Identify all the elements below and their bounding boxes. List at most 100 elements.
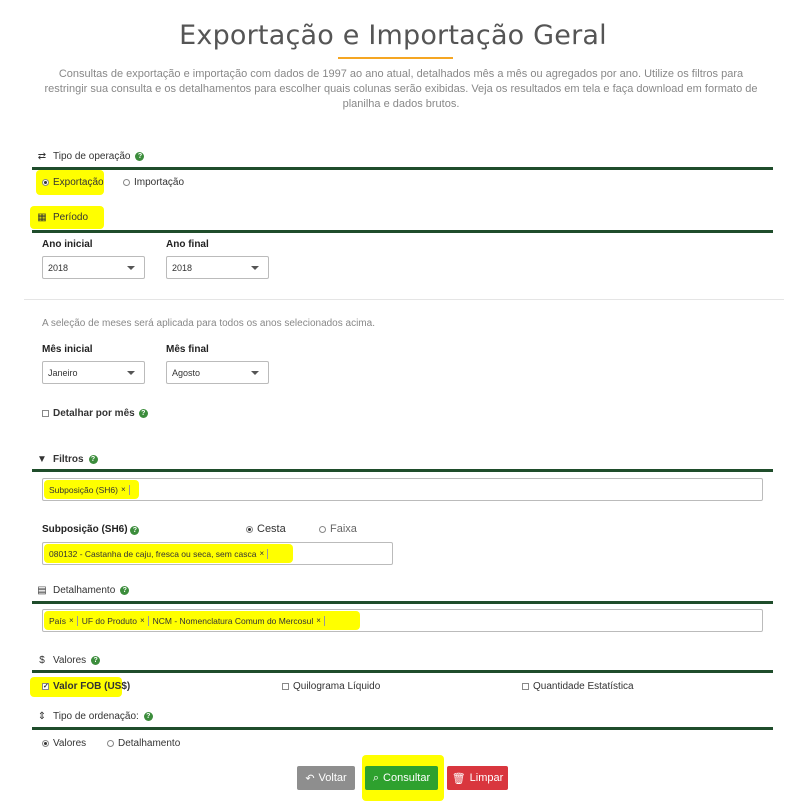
calendar-icon: ▦ xyxy=(37,212,47,223)
limpar-button[interactable]: 🗑 Limpar xyxy=(447,766,508,790)
question-circle-icon[interactable]: ? xyxy=(143,712,153,721)
radio-ordenacao-detalhamento[interactable]: Detalhamento xyxy=(107,738,180,749)
checkbox-quantidade-estatistica[interactable]: Quantidade Estatística xyxy=(522,681,634,692)
tag-label: NCM - Nomenclatura Comum do Mercosul xyxy=(152,615,314,626)
section-divider xyxy=(32,601,773,604)
checkbox[interactable] xyxy=(42,410,49,417)
section-label: Período xyxy=(53,212,89,223)
checkbox-label: Valor FOB (US$) xyxy=(53,681,131,692)
meses-note: A seleção de meses será aplicada para to… xyxy=(42,318,375,329)
question-circle-icon[interactable]: ? xyxy=(130,526,140,535)
exchange-icon: ⇄ xyxy=(37,151,47,162)
close-icon[interactable]: × xyxy=(69,616,74,625)
chevron-down-icon xyxy=(127,371,135,375)
radio-exportacao[interactable]: Exportação xyxy=(42,177,104,188)
radio-cesta[interactable]: Cesta xyxy=(246,523,286,535)
checkbox[interactable] xyxy=(282,683,289,690)
title-underline xyxy=(338,57,453,59)
ano-final-select[interactable]: 2018 xyxy=(166,256,269,279)
question-circle-icon[interactable]: ? xyxy=(135,152,145,161)
radio-button[interactable] xyxy=(42,179,49,186)
page-description: Consultas de exportação e importação com… xyxy=(44,68,758,110)
tag-uf-produto[interactable]: UF do Produto × xyxy=(81,615,149,626)
consultar-button[interactable]: ⌕ Consultar xyxy=(365,766,438,790)
tag-subposicao[interactable]: Subposição (SH6) × xyxy=(49,484,130,495)
radio-importacao[interactable]: Importação xyxy=(123,177,184,188)
section-divider xyxy=(32,670,773,673)
select-value: Janeiro xyxy=(48,367,78,378)
tag-pais[interactable]: País × xyxy=(49,615,78,626)
chevron-down-icon xyxy=(251,371,259,375)
checkbox-label: Quilograma Líquido xyxy=(293,681,381,692)
ano-final-label: Ano final xyxy=(166,239,209,250)
subposicao-label: Subposição (SH6) ? xyxy=(42,524,140,535)
divider xyxy=(24,299,784,300)
tag-label: País xyxy=(49,615,67,626)
radio-label: Valores xyxy=(53,738,87,749)
radio-faixa[interactable]: Faixa xyxy=(319,523,357,535)
radio-button[interactable] xyxy=(42,740,49,747)
question-circle-icon[interactable]: ? xyxy=(120,586,130,595)
radio-button[interactable] xyxy=(123,179,130,186)
voltar-button[interactable]: ↶ Voltar xyxy=(297,766,355,790)
question-circle-icon[interactable]: ? xyxy=(91,656,101,665)
subposicao-tag-input[interactable]: 080132 - Castanha de caju, fresca ou sec… xyxy=(42,542,393,565)
section-periodo: ▦ Período xyxy=(36,212,88,223)
filter-icon: ▼ xyxy=(37,454,47,465)
filtros-tag-input[interactable]: Subposição (SH6) × xyxy=(42,478,763,501)
mes-final-label: Mês final xyxy=(166,344,209,355)
section-filtros: ▼ Filtros ? xyxy=(36,454,98,465)
section-label: Filtros xyxy=(53,454,84,465)
checkbox-quilograma-liquido[interactable]: Quilograma Líquido xyxy=(282,681,380,692)
ano-inicial-select[interactable]: 2018 xyxy=(42,256,145,279)
close-icon[interactable]: × xyxy=(316,616,321,625)
dollar-icon: $ xyxy=(39,655,45,666)
checkbox[interactable] xyxy=(522,683,529,690)
table-icon: ▤ xyxy=(37,585,47,596)
section-tipo-operacao: ⇄ Tipo de operação ? xyxy=(36,151,145,162)
chevron-down-icon xyxy=(251,266,259,270)
chevron-down-icon xyxy=(127,266,135,270)
radio-label: Faixa xyxy=(330,523,357,535)
section-label: Valores xyxy=(53,655,87,666)
close-icon[interactable]: × xyxy=(259,549,264,558)
tag-castanha[interactable]: 080132 - Castanha de caju, fresca ou sec… xyxy=(49,548,269,559)
radio-button[interactable] xyxy=(319,525,326,533)
radio-button[interactable] xyxy=(246,525,253,533)
select-value: Agosto xyxy=(172,367,201,378)
ano-inicial-label: Ano inicial xyxy=(42,239,93,250)
close-icon[interactable]: × xyxy=(140,616,145,625)
close-icon[interactable]: × xyxy=(121,485,126,494)
radio-button[interactable] xyxy=(107,740,114,747)
radio-label: Detalhamento xyxy=(118,738,181,749)
checkbox-valor-fob[interactable]: ✓ Valor FOB (US$) xyxy=(42,681,130,692)
section-label: Tipo de ordenação: xyxy=(53,711,139,722)
subposicao-label-text: Subposição (SH6) xyxy=(42,524,128,535)
checkbox[interactable]: ✓ xyxy=(42,683,49,690)
mes-final-select[interactable]: Agosto xyxy=(166,361,269,384)
tag-ncm[interactable]: NCM - Nomenclatura Comum do Mercosul × xyxy=(152,615,325,626)
radio-ordenacao-valores[interactable]: Valores xyxy=(42,738,86,749)
checkbox-label: Detalhar por mês xyxy=(53,408,135,419)
question-circle-icon[interactable]: ? xyxy=(88,455,98,464)
select-value: 2018 xyxy=(172,262,193,273)
detalhamento-tag-input[interactable]: País × UF do Produto × NCM - Nomenclatur… xyxy=(42,609,763,632)
section-valores: $ Valores ? xyxy=(36,655,101,666)
button-label: Limpar xyxy=(469,772,504,784)
detalhar-por-mes-checkbox[interactable]: Detalhar por mês ? xyxy=(42,408,148,419)
section-divider xyxy=(32,469,773,472)
button-label: Voltar xyxy=(318,772,347,784)
section-label: Detalhamento xyxy=(53,585,116,596)
section-divider xyxy=(32,167,773,170)
tag-label: Subposição (SH6) xyxy=(49,484,118,495)
tag-label: 080132 - Castanha de caju, fresca ou sec… xyxy=(49,548,257,559)
radio-label: Cesta xyxy=(257,523,286,535)
search-icon: ⌕ xyxy=(372,771,380,784)
section-detalhamento: ▤ Detalhamento ? xyxy=(36,585,130,596)
question-circle-icon[interactable]: ? xyxy=(138,409,148,418)
page-title: Exportação e Importação Geral xyxy=(179,20,607,51)
select-value: 2018 xyxy=(48,262,69,273)
tag-label: UF do Produto xyxy=(81,615,137,626)
mes-inicial-label: Mês inicial xyxy=(42,344,93,355)
mes-inicial-select[interactable]: Janeiro xyxy=(42,361,145,384)
